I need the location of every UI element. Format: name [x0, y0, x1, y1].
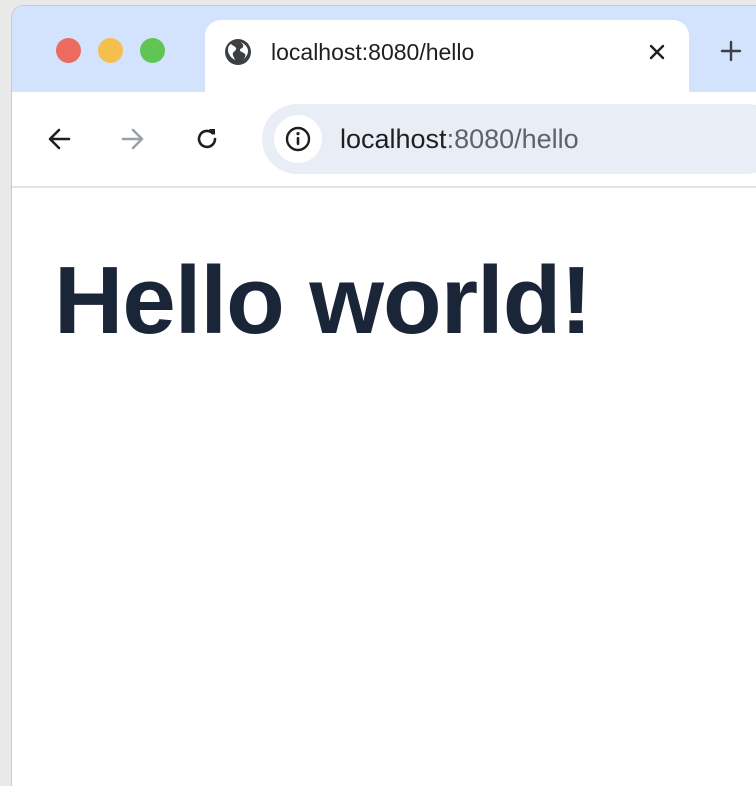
window-zoom-button[interactable] — [140, 38, 165, 63]
window-minimize-button[interactable] — [98, 38, 123, 63]
window-close-button[interactable] — [56, 38, 81, 63]
arrow-right-icon — [121, 128, 144, 150]
reload-button[interactable] — [190, 122, 224, 156]
close-icon — [649, 44, 665, 60]
info-icon — [285, 126, 311, 152]
back-button[interactable] — [42, 122, 76, 156]
page-heading: Hello world! — [54, 247, 592, 354]
url-path: :8080/hello — [446, 124, 579, 154]
address-bar[interactable]: localhost:8080/hello — [262, 104, 756, 174]
navigation-toolbar: localhost:8080/hello — [12, 92, 756, 188]
url-text: localhost:8080/hello — [340, 122, 579, 156]
tab-active[interactable]: localhost:8080/hello — [205, 20, 689, 92]
arrow-left-icon — [48, 128, 71, 150]
reload-icon — [197, 129, 217, 149]
browser-window: localhost:8080/hello localhost:8080/hell… — [12, 6, 756, 786]
tab-strip: localhost:8080/hello — [12, 6, 756, 92]
page-content: Hello world! — [12, 188, 756, 786]
forward-button[interactable] — [116, 122, 150, 156]
site-info-button[interactable] — [274, 115, 322, 163]
new-tab-button[interactable] — [714, 34, 748, 68]
globe-icon — [223, 37, 253, 67]
tab-close-button[interactable] — [643, 38, 671, 66]
tab-title: localhost:8080/hello — [271, 39, 475, 65]
plus-icon — [720, 40, 742, 62]
url-host: localhost — [340, 124, 447, 154]
